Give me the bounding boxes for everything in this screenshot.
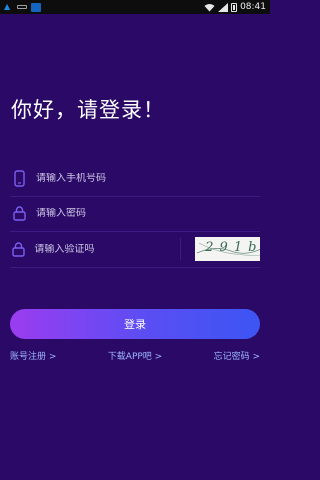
captcha-row: 291b xyxy=(10,231,260,268)
download-app-link[interactable]: 下载APP吧 > xyxy=(108,349,162,362)
lock-icon xyxy=(11,204,27,222)
status-right-icons: 08:41 xyxy=(204,2,266,12)
captcha-text: 291b xyxy=(205,240,260,255)
login-screen: ▲ 08:41 你好，请登录！ 请输入手机号码 请输入验证吗 291b 登录 账… xyxy=(0,0,270,480)
status-left-icons: ▲ xyxy=(4,2,41,12)
register-link[interactable]: 账号注册 > xyxy=(10,349,56,362)
usb-icon xyxy=(17,5,27,9)
password-input[interactable] xyxy=(36,207,260,219)
wifi-icon xyxy=(204,3,215,11)
captcha-image[interactable]: 291b xyxy=(195,237,260,261)
forgot-password-link[interactable]: 忘记密码 > xyxy=(214,349,260,362)
status-time: 08:41 xyxy=(240,2,266,12)
signal-icon xyxy=(218,2,229,12)
bottom-links: 账号注册 > 下载APP吧 > 忘记密码 > xyxy=(10,349,260,362)
app-icon xyxy=(31,2,41,12)
lock-icon xyxy=(11,240,25,258)
page-title: 你好，请登录！ xyxy=(11,98,165,122)
phone-row xyxy=(10,160,260,197)
captcha-input[interactable] xyxy=(34,243,175,255)
login-button[interactable]: 登录 xyxy=(10,309,260,339)
status-bar: ▲ 08:41 xyxy=(0,0,270,14)
password-row xyxy=(10,195,260,232)
phone-input[interactable] xyxy=(36,172,260,184)
bird-icon: ▲ xyxy=(4,2,11,11)
captcha-divider xyxy=(180,238,182,260)
phone-icon xyxy=(11,169,27,187)
battery-icon xyxy=(231,2,238,12)
